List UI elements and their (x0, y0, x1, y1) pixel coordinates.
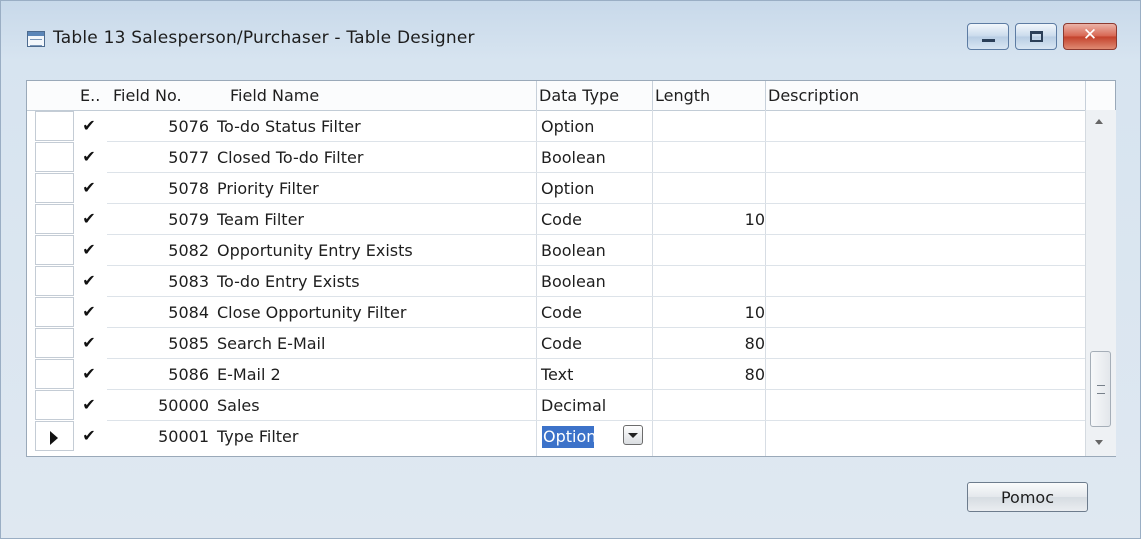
maximize-button[interactable] (1015, 23, 1057, 50)
enabled-checkmark[interactable]: ✔ (79, 147, 99, 166)
row-selector[interactable] (35, 359, 74, 389)
field-name-cell[interactable]: Priority Filter (217, 179, 319, 198)
length-cell[interactable]: 10 (653, 210, 765, 229)
field-name-cell[interactable]: Team Filter (217, 210, 304, 229)
table-row[interactable]: ✔ 5083 To-do Entry Exists Boolean (27, 266, 1085, 297)
data-type-cell[interactable]: Code (541, 210, 582, 229)
data-type-selected-text: Option (543, 427, 597, 446)
row-selector[interactable] (35, 328, 74, 358)
help-button[interactable]: Pomoc (967, 482, 1088, 512)
data-type-cell[interactable]: Code (541, 334, 582, 353)
column-header-field-name[interactable]: Field Name (230, 86, 319, 105)
grid-header: E.. Field No. Field Name Data Type Lengt… (27, 81, 1115, 111)
length-cell[interactable]: 80 (653, 334, 765, 353)
maximize-icon (1030, 31, 1043, 42)
field-name-cell[interactable]: E-Mail 2 (217, 365, 281, 384)
scroll-down-arrow-icon[interactable] (1095, 440, 1103, 445)
enabled-checkmark[interactable]: ✔ (79, 302, 99, 321)
table-row[interactable]: ✔ 5086 E-Mail 2 Text 80 (27, 359, 1085, 390)
field-no-cell[interactable]: 50000 (113, 396, 209, 415)
field-no-cell[interactable]: 5077 (113, 148, 209, 167)
column-header-data-type[interactable]: Data Type (539, 86, 619, 105)
enabled-checkmark[interactable]: ✔ (79, 364, 99, 383)
vertical-scrollbar[interactable] (1085, 110, 1116, 456)
table-row[interactable]: ✔ 5078 Priority Filter Option (27, 173, 1085, 204)
row-selector[interactable] (35, 421, 74, 451)
field-name-cell[interactable]: Search E-Mail (217, 334, 325, 353)
table-row[interactable]: ✔ 50000 Sales Decimal (27, 390, 1085, 421)
row-selector[interactable] (35, 142, 74, 172)
field-name-cell[interactable]: Type Filter (217, 427, 298, 446)
enabled-checkmark[interactable]: ✔ (79, 116, 99, 135)
header-divider (652, 81, 653, 110)
field-no-cell[interactable]: 5082 (113, 241, 209, 260)
row-selector[interactable] (35, 235, 74, 265)
enabled-checkmark[interactable]: ✔ (79, 426, 99, 445)
length-cell[interactable]: 10 (653, 303, 765, 322)
column-header-description[interactable]: Description (768, 86, 859, 105)
field-name-cell[interactable]: Sales (217, 396, 260, 415)
header-divider (536, 81, 537, 110)
table-row[interactable]: ✔ 5082 Opportunity Entry Exists Boolean (27, 235, 1085, 266)
table-row[interactable]: ✔ 5077 Closed To-do Filter Boolean (27, 142, 1085, 173)
row-selector[interactable] (35, 204, 74, 234)
row-selector[interactable] (35, 111, 74, 141)
data-type-cell[interactable]: Boolean (541, 272, 606, 291)
field-no-cell[interactable]: 5079 (113, 210, 209, 229)
field-no-cell[interactable]: 5084 (113, 303, 209, 322)
data-type-cell[interactable]: Option (541, 179, 594, 198)
enabled-checkmark[interactable]: ✔ (79, 178, 99, 197)
length-cell[interactable]: 80 (653, 365, 765, 384)
table-row[interactable]: ✔ 5084 Close Opportunity Filter Code 10 (27, 297, 1085, 328)
close-icon: ✕ (1082, 25, 1098, 45)
close-button[interactable]: ✕ (1063, 23, 1117, 50)
field-name-cell[interactable]: To-do Status Filter (217, 117, 361, 136)
field-no-cell[interactable]: 5083 (113, 272, 209, 291)
enabled-checkmark[interactable]: ✔ (79, 209, 99, 228)
header-divider (1085, 81, 1086, 110)
enabled-checkmark[interactable]: ✔ (79, 271, 99, 290)
enabled-checkmark[interactable]: ✔ (79, 395, 99, 414)
field-no-cell[interactable]: 50001 (113, 427, 209, 446)
row-selector[interactable] (35, 297, 74, 327)
enabled-checkmark[interactable]: ✔ (79, 333, 99, 352)
data-type-cell[interactable]: Option (541, 117, 594, 136)
column-header-length[interactable]: Length (655, 86, 710, 105)
column-header-field-no[interactable]: Field No. (113, 86, 182, 105)
field-no-cell[interactable]: 5076 (113, 117, 209, 136)
field-name-cell[interactable]: To-do Entry Exists (217, 272, 360, 291)
field-name-cell[interactable]: Close Opportunity Filter (217, 303, 406, 322)
minimize-icon (982, 39, 995, 42)
field-name-cell[interactable]: Closed To-do Filter (217, 148, 363, 167)
title-bar[interactable]: Table 13 Salesperson/Purchaser - Table D… (1, 1, 1140, 81)
table-row[interactable]: ✔ 5076 To-do Status Filter Option (27, 111, 1085, 142)
table-icon (27, 31, 45, 47)
scroll-thumb[interactable] (1090, 351, 1111, 427)
data-type-cell[interactable]: Decimal (541, 396, 606, 415)
current-row-arrow-icon (50, 431, 58, 445)
fields-grid: E.. Field No. Field Name Data Type Lengt… (26, 80, 1116, 457)
data-type-dropdown-button[interactable] (623, 425, 643, 445)
table-row[interactable]: ✔ 5085 Search E-Mail Code 80 (27, 328, 1085, 359)
row-selector[interactable] (35, 390, 74, 420)
window-title: Table 13 Salesperson/Purchaser - Table D… (53, 28, 475, 48)
field-no-cell[interactable]: 5078 (113, 179, 209, 198)
scroll-up-arrow-icon[interactable] (1095, 119, 1103, 124)
table-row[interactable]: ✔ 5079 Team Filter Code 10 (27, 204, 1085, 235)
column-header-enabled[interactable]: E.. (80, 86, 100, 105)
data-type-cell[interactable]: Boolean (541, 148, 606, 167)
header-divider (765, 81, 766, 110)
row-selector[interactable] (35, 266, 74, 296)
data-type-editor[interactable]: Option (542, 426, 597, 448)
data-type-cell[interactable]: Code (541, 303, 582, 322)
data-type-cell[interactable]: Boolean (541, 241, 606, 260)
data-type-cell[interactable]: Text (541, 365, 573, 384)
enabled-checkmark[interactable]: ✔ (79, 240, 99, 259)
table-row-current[interactable]: ✔ 50001 Type Filter Option (27, 421, 1085, 452)
field-no-cell[interactable]: 5085 (113, 334, 209, 353)
row-selector[interactable] (35, 173, 74, 203)
field-no-cell[interactable]: 5086 (113, 365, 209, 384)
field-name-cell[interactable]: Opportunity Entry Exists (217, 241, 413, 260)
minimize-button[interactable] (967, 23, 1009, 50)
